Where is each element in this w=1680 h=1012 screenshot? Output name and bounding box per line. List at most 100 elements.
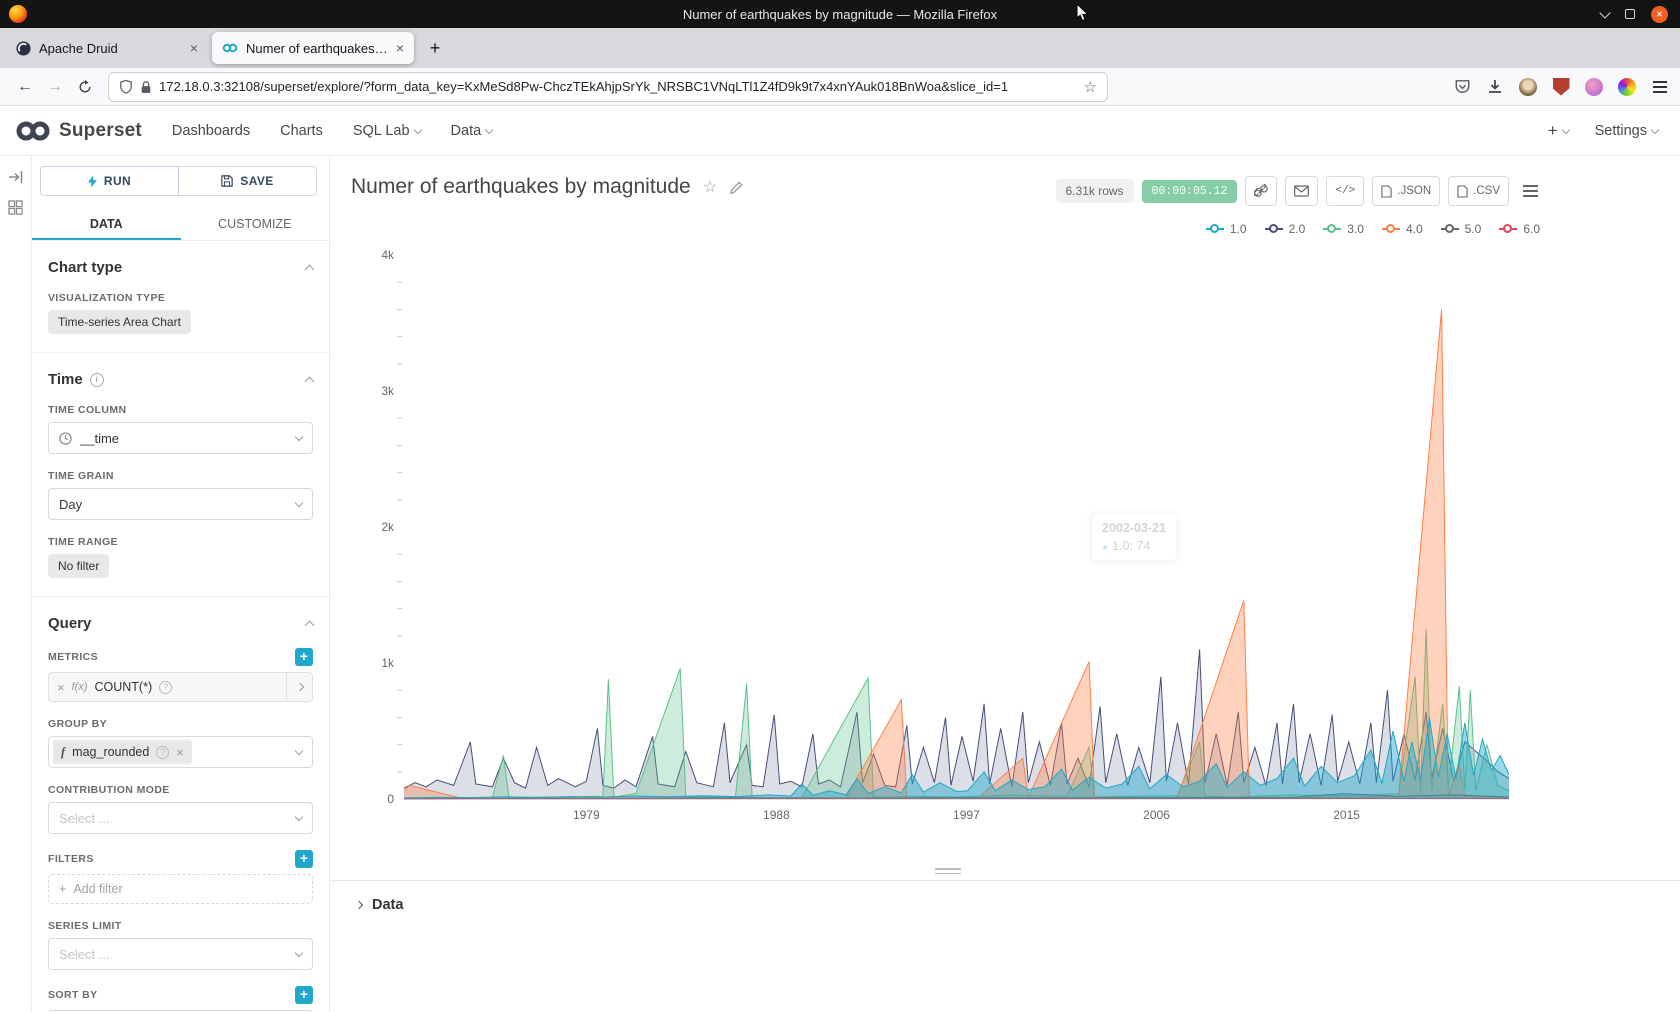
collapsed-dataset-panel [0, 156, 32, 1012]
legend-item-4.0[interactable]: 4.0 [1382, 222, 1423, 236]
group-by-chip[interactable]: f mag_rounded ? × [53, 740, 192, 764]
tab-close-icon[interactable]: × [396, 41, 404, 55]
run-button[interactable]: RUN [40, 166, 179, 196]
tab-superset-explore[interactable]: Numer of earthquakes by × [212, 32, 414, 64]
copy-link-button[interactable] [1245, 176, 1277, 206]
group-by-select[interactable]: f mag_rounded ? × [48, 736, 313, 768]
chevron-down-icon [295, 499, 303, 507]
expand-panel-icon[interactable] [8, 170, 24, 184]
forward-button[interactable]: → [40, 73, 70, 101]
nav-charts[interactable]: Charts [280, 123, 323, 139]
export-json-button[interactable]: .JSON [1372, 176, 1440, 206]
window-close-icon[interactable]: × [1651, 6, 1668, 23]
extension-pinwheel-icon[interactable] [1617, 77, 1637, 97]
legend-item-5.0[interactable]: 5.0 [1441, 222, 1482, 236]
tab-close-icon[interactable]: × [190, 41, 198, 55]
embed-code-button[interactable]: </> [1326, 176, 1364, 206]
svg-text:3k: 3k [381, 384, 395, 398]
time-column-select[interactable]: __time [48, 422, 313, 454]
nav-sql-lab[interactable]: SQL Lab [353, 123, 421, 139]
add-metric-button[interactable]: + [295, 648, 313, 666]
legend-item-6.0[interactable]: 6.0 [1499, 222, 1540, 236]
new-tab-button[interactable]: + [422, 35, 448, 61]
bookmark-star-icon[interactable]: ☆ [1084, 78, 1097, 96]
window-maximize-icon[interactable] [1625, 9, 1635, 19]
svg-text:1997: 1997 [953, 808, 980, 822]
series-limit-select[interactable]: Select ... [48, 938, 313, 970]
lock-icon[interactable] [140, 80, 152, 94]
data-panel-header[interactable]: Data [330, 881, 1680, 913]
chevron-down-icon [295, 747, 303, 755]
shield-icon[interactable] [119, 79, 133, 94]
superset-favicon-icon [222, 42, 238, 54]
metric-count-pill[interactable]: × f(x) COUNT(*) ? [48, 672, 313, 702]
series-dot-icon: ● [1102, 542, 1108, 553]
add-filter-dropzone[interactable]: + Add filter [48, 874, 313, 904]
chevron-down-icon [1561, 125, 1569, 133]
add-sort-by-button[interactable]: + [295, 986, 313, 1004]
remove-metric-icon[interactable]: × [57, 680, 65, 695]
section-time[interactable]: Time i [48, 371, 313, 388]
time-range-label: TIME RANGE [48, 536, 313, 548]
group-by-label: GROUP BY [48, 718, 313, 730]
window-minimize-icon[interactable] [1599, 7, 1610, 18]
edit-title-icon[interactable] [729, 180, 744, 195]
legend-label: 5.0 [1465, 222, 1482, 236]
browser-menu-icon[interactable] [1650, 77, 1670, 97]
svg-text:2k: 2k [381, 520, 395, 534]
contribution-mode-select[interactable]: Select ... [48, 802, 313, 834]
remove-groupby-icon[interactable]: × [176, 745, 184, 760]
viz-type-label: VISUALIZATION TYPE [48, 292, 313, 304]
time-column-label: TIME COLUMN [48, 404, 313, 416]
back-button[interactable]: ← [10, 73, 40, 101]
chevron-down-icon [485, 125, 493, 133]
chevron-down-icon [413, 125, 421, 133]
tab-customize[interactable]: CUSTOMIZE [181, 208, 330, 240]
time-grain-select[interactable]: Day [48, 488, 313, 520]
nav-data[interactable]: Data [451, 123, 493, 139]
svg-text:0: 0 [387, 792, 394, 806]
chart-legend: 1.0 2.0 3.0 4.0 5.0 6.0 [1206, 222, 1540, 236]
contribution-mode-label: CONTRIBUTION MODE [48, 784, 313, 796]
nav-dashboards[interactable]: Dashboards [172, 123, 250, 139]
chart-menu-button[interactable] [1517, 179, 1544, 203]
legend-marker-icon [1206, 228, 1224, 230]
save-button[interactable]: SAVE [179, 166, 317, 196]
add-filter-button[interactable]: + [295, 850, 313, 868]
viz-type-chip[interactable]: Time-series Area Chart [48, 310, 191, 334]
firefox-logo-icon [9, 5, 27, 23]
panel-drag-handle[interactable] [935, 868, 961, 877]
code-icon: </> [1335, 185, 1355, 197]
pocket-icon[interactable] [1452, 77, 1472, 97]
tab-apache-druid[interactable]: Apache Druid × [6, 32, 208, 64]
export-csv-button[interactable]: .CSV [1448, 176, 1509, 206]
url-text[interactable]: 172.18.0.3:32108/superset/explore/?form_… [159, 79, 1077, 94]
downloads-icon[interactable] [1485, 77, 1505, 97]
tab-data[interactable]: DATA [32, 208, 181, 240]
legend-item-3.0[interactable]: 3.0 [1323, 222, 1364, 236]
privacy-badger-icon[interactable] [1518, 77, 1538, 97]
superset-brand[interactable]: Superset [14, 119, 142, 143]
legend-item-1.0[interactable]: 1.0 [1206, 222, 1247, 236]
control-panel-scroll[interactable]: Chart type VISUALIZATION TYPE Time-serie… [32, 259, 329, 1012]
legend-item-2.0[interactable]: 2.0 [1265, 222, 1306, 236]
reload-button[interactable] [70, 73, 100, 101]
section-query[interactable]: Query [48, 615, 313, 632]
metric-expand-button[interactable] [286, 673, 312, 701]
metrics-label: METRICS + [48, 648, 313, 666]
account-avatar-icon[interactable] [1584, 77, 1604, 97]
section-chart-type[interactable]: Chart type [48, 259, 313, 276]
url-bar[interactable]: 172.18.0.3:32108/superset/explore/?form_… [108, 72, 1108, 102]
save-icon [221, 175, 233, 187]
svg-text:1k: 1k [381, 656, 395, 670]
filters-label: FILTERS + [48, 850, 313, 868]
email-button[interactable] [1285, 176, 1318, 206]
ublock-icon[interactable] [1551, 77, 1571, 97]
settings-menu[interactable]: Settings [1595, 123, 1658, 139]
chart-canvas[interactable]: 01k2k3k4k19791988199720062015 [358, 247, 1518, 837]
time-range-chip[interactable]: No filter [48, 554, 109, 578]
dataset-grid-icon[interactable] [8, 200, 23, 215]
window-title: Numer of earthquakes by magnitude — Mozi… [683, 7, 997, 22]
new-item-button[interactable]: + [1548, 121, 1569, 141]
favorite-star-icon[interactable]: ☆ [703, 177, 717, 197]
